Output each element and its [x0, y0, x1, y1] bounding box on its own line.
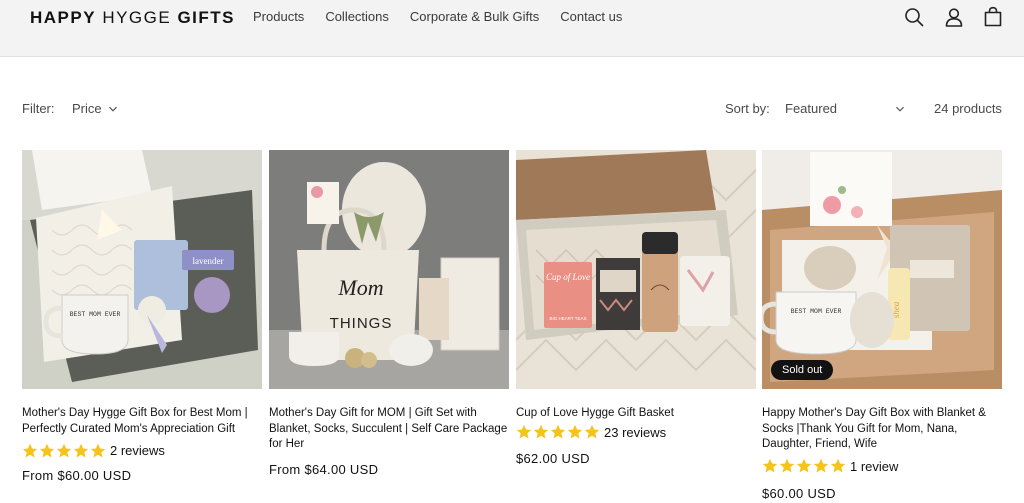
- product-price: $62.00 USD: [516, 450, 590, 466]
- cart-icon[interactable]: [982, 6, 1004, 28]
- main-nav: Products Collections Corporate & Bulk Gi…: [253, 9, 622, 24]
- product-image-cup-of-love-basket[interactable]: Cup of Love BIG HEART TEAS: [516, 150, 756, 389]
- review-count: 2 reviews: [110, 443, 165, 458]
- nav-corporate-bulk-gifts[interactable]: Corporate & Bulk Gifts: [410, 9, 539, 24]
- facet-bar: Filter: Price Sort by: Featured 24 produ…: [0, 98, 1024, 118]
- mug-text: BEST MOM EVER: [70, 311, 121, 318]
- star-icon: [779, 458, 795, 474]
- sort-by-select[interactable]: Featured: [785, 101, 905, 116]
- product-title[interactable]: Cup of Love Hygge Gift Basket: [516, 406, 756, 422]
- product-rating: 23 reviews: [516, 424, 756, 441]
- product-title[interactable]: Happy Mother's Day Gift Box with Blanket…: [762, 406, 1002, 453]
- nav-collections[interactable]: Collections: [325, 9, 389, 24]
- product-price: $60.00 USD: [762, 485, 836, 501]
- product-title[interactable]: Mother's Day Hygge Gift Box for Best Mom…: [22, 406, 262, 437]
- sold-out-badge: Sold out: [771, 360, 834, 380]
- bag-script-text: Mom: [337, 275, 383, 300]
- chevron-down-icon: [895, 104, 905, 114]
- product-card[interactable]: Cup of Love BIG HEART TEAS Cup of Love H…: [516, 150, 756, 466]
- star-icon: [516, 424, 532, 440]
- search-icon[interactable]: [903, 6, 925, 28]
- sort-selected-value: Featured: [785, 101, 838, 116]
- star-rating: [762, 458, 846, 474]
- price-filter-dropdown[interactable]: Price: [72, 101, 118, 116]
- product-title[interactable]: Mother's Day Gift for MOM | Gift Set wit…: [269, 406, 509, 453]
- pkg-big-heart-teas-text: BIG HEART TEAS: [549, 316, 586, 321]
- review-count: 1 review: [850, 458, 899, 474]
- star-icon: [830, 458, 846, 474]
- sort-label: Sort by:: [725, 101, 770, 116]
- star-icon: [567, 424, 583, 440]
- lavender-card-text: lavender: [193, 256, 224, 266]
- star-rating: [22, 443, 106, 459]
- star-icon: [22, 443, 38, 459]
- product-card[interactable]: lavender BEST MOM EVER Mother's Day Hygg…: [22, 150, 262, 483]
- product-image-happy-mothers-day-box[interactable]: shea BEST MOM EVER Sold out: [762, 150, 1002, 389]
- star-icon: [584, 424, 600, 440]
- chevron-down-icon: [108, 104, 118, 114]
- pkg-cup-of-love-text: Cup of Love: [546, 272, 590, 282]
- product-card[interactable]: Mom THINGS Mother's Day Gift for MOM | G…: [269, 150, 509, 477]
- review-count: 23 reviews: [604, 424, 667, 440]
- star-icon: [39, 443, 55, 459]
- star-icon: [550, 424, 566, 440]
- nav-contact-us[interactable]: Contact us: [560, 9, 622, 24]
- product-count: 24 products: [934, 101, 1002, 116]
- star-icon: [796, 458, 812, 474]
- star-icon: [90, 443, 106, 459]
- mug-text: BEST MOM EVER: [791, 308, 842, 315]
- nav-products[interactable]: Products: [253, 9, 304, 24]
- star-icon: [762, 458, 778, 474]
- site-header: HAPPY HYGGE GIFTS Products Collections C…: [0, 0, 1024, 57]
- bag-things-text: THINGS: [330, 315, 393, 332]
- product-price: From $60.00 USD: [22, 468, 132, 483]
- star-icon: [813, 458, 829, 474]
- filter-label: Filter:: [22, 101, 55, 116]
- product-rating: 2 reviews: [22, 442, 262, 459]
- product-price: From $64.00 USD: [269, 461, 379, 477]
- star-icon: [73, 443, 89, 459]
- star-rating: [516, 424, 600, 440]
- store-logo[interactable]: HAPPY HYGGE GIFTS: [30, 8, 235, 28]
- product-image-hygge-box-best-mom[interactable]: lavender BEST MOM EVER: [22, 150, 262, 389]
- star-icon: [56, 443, 72, 459]
- account-icon[interactable]: [943, 6, 965, 28]
- product-rating: 1 review: [762, 458, 1002, 475]
- product-card[interactable]: shea BEST MOM EVER Sold out Happy Mother…: [762, 150, 1002, 501]
- star-icon: [533, 424, 549, 440]
- product-image-mom-things-set[interactable]: Mom THINGS: [269, 150, 509, 389]
- price-filter-label: Price: [72, 101, 102, 116]
